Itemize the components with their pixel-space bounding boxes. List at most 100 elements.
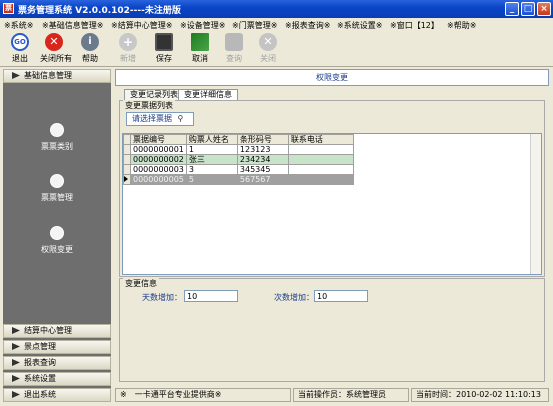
query-button[interactable]: 查询 bbox=[220, 33, 248, 64]
table-header-row: 票据编号 购票人姓名 条形码号 联系电话 bbox=[123, 134, 354, 145]
menu-device[interactable]: ※设备管理※ bbox=[180, 20, 225, 31]
sidebar: 基础信息管理 票票类别 票票管理 权限变更 结算中心管理 景点管理 报表查询 系… bbox=[3, 69, 111, 402]
row-pointer-icon bbox=[124, 176, 128, 182]
sidebar-item-ticket-category[interactable]: 票票类别 bbox=[23, 123, 91, 152]
sidebar-section-settings[interactable]: 系统设置 bbox=[3, 372, 111, 386]
main-panel: 权限变更 变更记录列表 变更详细信息 变更票据列表 请选择票据 ⚲ 票据编号 购… bbox=[115, 69, 549, 387]
help-icon: i bbox=[81, 33, 99, 51]
cell-phone bbox=[287, 154, 354, 165]
close-window-button[interactable]: × bbox=[537, 2, 551, 16]
floppy-disk-icon bbox=[155, 33, 173, 51]
column-header-name[interactable]: 购票人姓名 bbox=[185, 134, 238, 145]
tab-change-records[interactable]: 变更记录列表 bbox=[124, 89, 184, 100]
cell-phone bbox=[287, 174, 354, 185]
cancel-label: 取消 bbox=[192, 54, 208, 63]
cancel-button[interactable]: 取消 bbox=[186, 33, 214, 64]
sidebar-item-ticket-management[interactable]: 票票管理 bbox=[23, 174, 91, 203]
column-header-id[interactable]: 票据编号 bbox=[130, 134, 187, 145]
toolbar: GO 退出 ✕ 关闭所有 i 帮助 + 新增 保存 取消 查询 ✕ 关闭 bbox=[0, 32, 553, 67]
table-row[interactable]: 0000000001 1 123123 bbox=[123, 144, 354, 155]
sidebar-header-label: 基础信息管理 bbox=[24, 71, 72, 80]
row-header-corner bbox=[123, 134, 131, 145]
column-header-phone[interactable]: 联系电话 bbox=[287, 134, 354, 145]
arrow-icon bbox=[12, 327, 20, 334]
help-label: 帮助 bbox=[82, 54, 98, 63]
cell-name: 张三 bbox=[185, 154, 238, 165]
cell-id: 0000000005 bbox=[130, 174, 187, 185]
sidebar-section-exit[interactable]: 退出系统 bbox=[3, 388, 111, 402]
add-button[interactable]: + 新增 bbox=[114, 33, 142, 64]
cell-id: 0000000003 bbox=[130, 164, 187, 175]
times-increase-input[interactable] bbox=[314, 290, 368, 302]
vertical-scrollbar[interactable] bbox=[530, 134, 541, 274]
sidebar-item-label: 票票管理 bbox=[41, 193, 73, 202]
menu-system[interactable]: ※系统※ bbox=[4, 20, 33, 31]
sidebar-section-label: 结算中心管理 bbox=[24, 326, 72, 335]
save-button[interactable]: 保存 bbox=[150, 33, 178, 64]
maximize-button[interactable]: □ bbox=[521, 2, 535, 16]
cell-phone bbox=[287, 144, 354, 155]
tab-change-details[interactable]: 变更详细信息 bbox=[178, 89, 238, 100]
sidebar-header[interactable]: 基础信息管理 bbox=[3, 69, 111, 83]
go-icon: GO bbox=[11, 33, 29, 51]
close-all-button[interactable]: ✕ 关闭所有 bbox=[40, 33, 72, 64]
select-ticket-button[interactable]: 请选择票据 ⚲ bbox=[126, 112, 194, 126]
cancel-chart-icon bbox=[191, 33, 209, 51]
help-button[interactable]: i 帮助 bbox=[76, 33, 104, 64]
ticket-management-icon bbox=[50, 174, 64, 188]
arrow-icon bbox=[12, 72, 20, 79]
close-all-label: 关闭所有 bbox=[40, 54, 72, 63]
ticket-grid: 票据编号 购票人姓名 条形码号 联系电话 0000000001 1 123123… bbox=[122, 133, 542, 275]
table-row[interactable]: 0000000003 3 345345 bbox=[123, 164, 354, 175]
sidebar-section-label: 景点管理 bbox=[24, 342, 56, 351]
cell-id: 0000000001 bbox=[130, 144, 187, 155]
sidebar-section-settlement[interactable]: 结算中心管理 bbox=[3, 324, 111, 338]
menu-settings[interactable]: ※系统设置※ bbox=[337, 20, 382, 31]
binoculars-icon bbox=[225, 33, 243, 51]
menu-settlement[interactable]: ※结算中心管理※ bbox=[111, 20, 172, 31]
table-row-selected[interactable]: 0000000005 5 567567 bbox=[123, 174, 354, 185]
menu-basic-info[interactable]: ※基础信息管理※ bbox=[42, 20, 103, 31]
exit-button[interactable]: GO 退出 bbox=[6, 33, 34, 64]
title-bar: 票 票务管理系统 V2.0.0.102----未注册版 _ □ × bbox=[0, 0, 553, 18]
save-label: 保存 bbox=[156, 54, 172, 63]
menu-window[interactable]: ※窗口【12】 bbox=[390, 20, 439, 31]
row-header-current bbox=[123, 174, 131, 185]
row-header bbox=[123, 154, 131, 165]
sidebar-section-label: 系统设置 bbox=[24, 374, 56, 383]
cell-id: 0000000002 bbox=[130, 154, 187, 165]
cell-barcode: 123123 bbox=[236, 144, 289, 155]
table-row[interactable]: 0000000002 张三 234234 bbox=[123, 154, 354, 165]
status-time: 当前时间：2010-02-02 11:10:13 bbox=[411, 388, 549, 402]
ticket-category-icon bbox=[50, 123, 64, 137]
sidebar-section-scenic[interactable]: 景点管理 bbox=[3, 340, 111, 354]
days-increase-input[interactable] bbox=[184, 290, 238, 302]
select-ticket-label: 请选择票据 bbox=[132, 114, 172, 123]
query-label: 查询 bbox=[226, 54, 242, 63]
add-label: 新增 bbox=[120, 54, 136, 63]
arrow-icon bbox=[12, 391, 20, 398]
app-icon: 票 bbox=[3, 3, 14, 14]
minimize-button[interactable]: _ bbox=[505, 2, 519, 16]
change-info-group: 变更信息 天数增加： 次数增加： bbox=[119, 278, 545, 382]
close-button[interactable]: ✕ 关闭 bbox=[254, 33, 282, 64]
sidebar-item-permission-change[interactable]: 权限变更 bbox=[23, 226, 91, 255]
cell-name: 1 bbox=[185, 144, 238, 155]
cell-barcode: 567567 bbox=[236, 174, 289, 185]
close-label: 关闭 bbox=[260, 54, 276, 63]
column-header-barcode[interactable]: 条形码号 bbox=[236, 134, 289, 145]
menu-help[interactable]: ※帮助※ bbox=[447, 20, 476, 31]
arrow-icon bbox=[12, 343, 20, 350]
cell-name: 3 bbox=[185, 164, 238, 175]
sidebar-item-label: 票票类别 bbox=[41, 142, 73, 151]
sidebar-section-label: 报表查询 bbox=[24, 358, 56, 367]
permission-change-icon bbox=[50, 226, 64, 240]
menu-report[interactable]: ※报表查询※ bbox=[285, 20, 330, 31]
menu-ticket[interactable]: ※门票管理※ bbox=[232, 20, 277, 31]
sidebar-item-label: 权限变更 bbox=[41, 245, 73, 254]
status-provider: ※ 一卡通平台专业提供商※ bbox=[115, 388, 291, 402]
ticket-list-group: 变更票据列表 请选择票据 ⚲ 票据编号 购票人姓名 条形码号 联系电话 0000… bbox=[119, 100, 545, 277]
sidebar-section-report[interactable]: 报表查询 bbox=[3, 356, 111, 370]
times-increase-label: 次数增加： bbox=[274, 293, 314, 302]
window-title: 票务管理系统 V2.0.0.102----未注册版 bbox=[18, 6, 181, 16]
